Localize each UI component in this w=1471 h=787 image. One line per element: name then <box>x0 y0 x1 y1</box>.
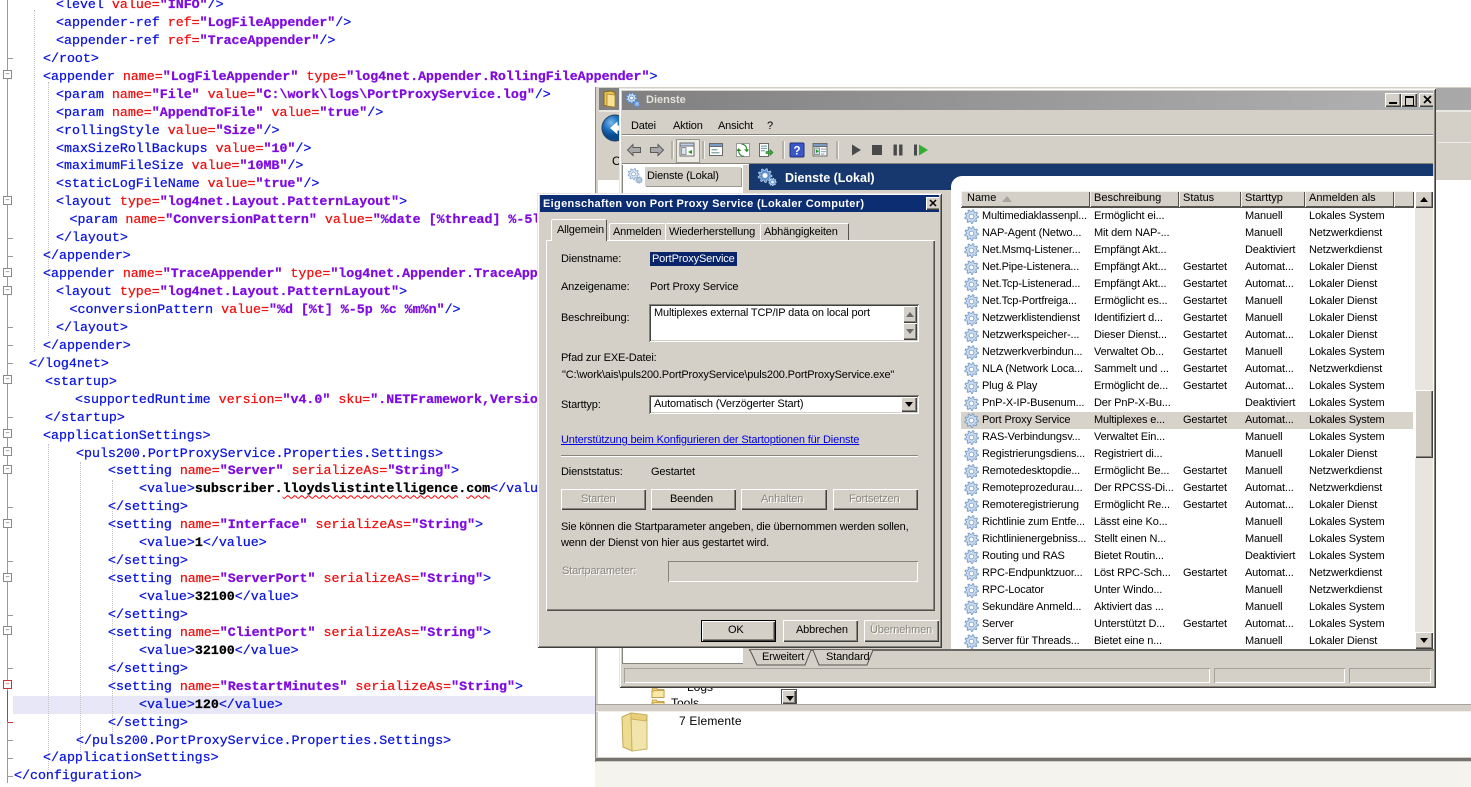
svg-text:?: ? <box>793 146 800 158</box>
